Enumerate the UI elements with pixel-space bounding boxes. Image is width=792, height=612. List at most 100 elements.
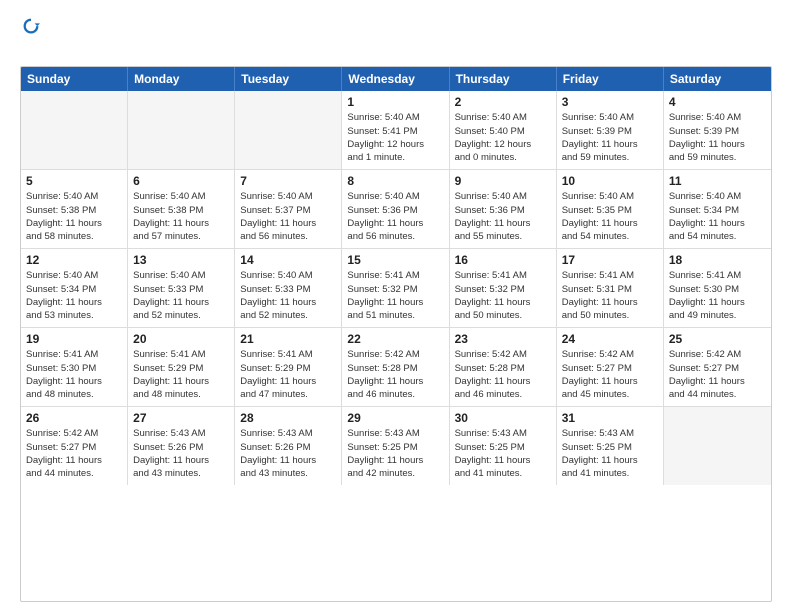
day-number: 25 xyxy=(669,332,766,346)
day-number: 14 xyxy=(240,253,336,267)
day-number: 9 xyxy=(455,174,551,188)
calendar-day-cell: 12 Sunrise: 5:40 AM Sunset: 5:34 PM Dayli… xyxy=(21,249,128,327)
calendar: SundayMondayTuesdayWednesdayThursdayFrid… xyxy=(20,66,772,602)
calendar-day-cell: 24Sunrise: 5:42 AM Sunset: 5:27 PM Dayli… xyxy=(557,328,664,406)
day-number: 30 xyxy=(455,411,551,425)
day-number: 19 xyxy=(26,332,122,346)
day-number: 6 xyxy=(133,174,229,188)
day-info: Sunrise: 5:40 AM Sunset: 5:36 PM Dayligh… xyxy=(347,190,443,243)
day-info: Sunrise: 5:40 AM Sunset: 5:39 PM Dayligh… xyxy=(669,111,766,164)
day-number: 7 xyxy=(240,174,336,188)
page: SundayMondayTuesdayWednesdayThursdayFrid… xyxy=(0,0,792,612)
calendar-day-cell: 26 Sunrise: 5:42 AM Sunset: 5:27 PM Dayli… xyxy=(21,407,128,485)
day-info: Sunrise: 5:40 AM Sunset: 5:36 PM Dayligh… xyxy=(455,190,551,243)
calendar-day-cell: 10Sunrise: 5:40 AM Sunset: 5:35 PM Dayli… xyxy=(557,170,664,248)
day-number: 29 xyxy=(347,411,443,425)
day-info: Sunrise: 5:41 AM Sunset: 5:30 PM Dayligh… xyxy=(669,269,766,322)
calendar-day-cell: 29 Sunrise: 5:43 AM Sunset: 5:25 PM Dayli… xyxy=(342,407,449,485)
calendar-day-cell: 5 Sunrise: 5:40 AM Sunset: 5:38 PM Daylig… xyxy=(21,170,128,248)
day-number: 13 xyxy=(133,253,229,267)
weekday-header: Saturday xyxy=(664,67,771,91)
day-info: Sunrise: 5:41 AM Sunset: 5:31 PM Dayligh… xyxy=(562,269,658,322)
day-info: Sunrise: 5:43 AM Sunset: 5:26 PM Dayligh… xyxy=(133,427,229,480)
calendar-day-cell: 15 Sunrise: 5:41 AM Sunset: 5:32 PM Dayli… xyxy=(342,249,449,327)
calendar-body: 1 Sunrise: 5:40 AM Sunset: 5:41 PM Daylig… xyxy=(21,91,771,485)
weekday-header: Sunday xyxy=(21,67,128,91)
calendar-day-cell: 18 Sunrise: 5:41 AM Sunset: 5:30 PM Dayli… xyxy=(664,249,771,327)
day-number: 1 xyxy=(347,95,443,109)
day-number: 10 xyxy=(562,174,658,188)
header xyxy=(20,18,772,56)
calendar-day-cell: 9 Sunrise: 5:40 AM Sunset: 5:36 PM Daylig… xyxy=(450,170,557,248)
day-number: 11 xyxy=(669,174,766,188)
calendar-day-cell: 20 Sunrise: 5:41 AM Sunset: 5:29 PM Dayli… xyxy=(128,328,235,406)
day-info: Sunrise: 5:41 AM Sunset: 5:30 PM Dayligh… xyxy=(26,348,122,401)
day-number: 2 xyxy=(455,95,551,109)
logo xyxy=(20,18,40,56)
day-number: 20 xyxy=(133,332,229,346)
calendar-day-cell: 27 Sunrise: 5:43 AM Sunset: 5:26 PM Dayli… xyxy=(128,407,235,485)
day-info: Sunrise: 5:42 AM Sunset: 5:27 PM Dayligh… xyxy=(669,348,766,401)
calendar-day-cell: 13Sunrise: 5:40 AM Sunset: 5:33 PM Dayli… xyxy=(128,249,235,327)
calendar-day-cell: 22 Sunrise: 5:42 AM Sunset: 5:28 PM Dayli… xyxy=(342,328,449,406)
day-number: 5 xyxy=(26,174,122,188)
day-info: Sunrise: 5:41 AM Sunset: 5:32 PM Dayligh… xyxy=(347,269,443,322)
day-number: 27 xyxy=(133,411,229,425)
calendar-week-row: 26 Sunrise: 5:42 AM Sunset: 5:27 PM Dayli… xyxy=(21,407,771,485)
day-number: 31 xyxy=(562,411,658,425)
day-info: Sunrise: 5:42 AM Sunset: 5:27 PM Dayligh… xyxy=(26,427,122,480)
day-number: 22 xyxy=(347,332,443,346)
day-number: 23 xyxy=(455,332,551,346)
day-info: Sunrise: 5:40 AM Sunset: 5:39 PM Dayligh… xyxy=(562,111,658,164)
day-info: Sunrise: 5:42 AM Sunset: 5:28 PM Dayligh… xyxy=(347,348,443,401)
day-info: Sunrise: 5:41 AM Sunset: 5:29 PM Dayligh… xyxy=(240,348,336,401)
calendar-day-cell: 11 Sunrise: 5:40 AM Sunset: 5:34 PM Dayli… xyxy=(664,170,771,248)
day-number: 12 xyxy=(26,253,122,267)
day-number: 18 xyxy=(669,253,766,267)
calendar-day-cell: 21 Sunrise: 5:41 AM Sunset: 5:29 PM Dayli… xyxy=(235,328,342,406)
day-number: 28 xyxy=(240,411,336,425)
calendar-week-row: 19 Sunrise: 5:41 AM Sunset: 5:30 PM Dayli… xyxy=(21,328,771,407)
day-number: 4 xyxy=(669,95,766,109)
day-info: Sunrise: 5:43 AM Sunset: 5:25 PM Dayligh… xyxy=(347,427,443,480)
day-info: Sunrise: 5:40 AM Sunset: 5:34 PM Dayligh… xyxy=(669,190,766,243)
calendar-day-cell: 23Sunrise: 5:42 AM Sunset: 5:28 PM Dayli… xyxy=(450,328,557,406)
day-number: 21 xyxy=(240,332,336,346)
day-info: Sunrise: 5:43 AM Sunset: 5:25 PM Dayligh… xyxy=(455,427,551,480)
day-info: Sunrise: 5:40 AM Sunset: 5:41 PM Dayligh… xyxy=(347,111,443,164)
weekday-header: Monday xyxy=(128,67,235,91)
day-info: Sunrise: 5:41 AM Sunset: 5:29 PM Dayligh… xyxy=(133,348,229,401)
calendar-header: SundayMondayTuesdayWednesdayThursdayFrid… xyxy=(21,67,771,91)
day-number: 16 xyxy=(455,253,551,267)
day-info: Sunrise: 5:43 AM Sunset: 5:25 PM Dayligh… xyxy=(562,427,658,480)
calendar-day-cell: 6 Sunrise: 5:40 AM Sunset: 5:38 PM Daylig… xyxy=(128,170,235,248)
calendar-day-cell: 16 Sunrise: 5:41 AM Sunset: 5:32 PM Dayli… xyxy=(450,249,557,327)
weekday-header: Friday xyxy=(557,67,664,91)
calendar-day-cell: 8 Sunrise: 5:40 AM Sunset: 5:36 PM Daylig… xyxy=(342,170,449,248)
day-number: 8 xyxy=(347,174,443,188)
day-info: Sunrise: 5:40 AM Sunset: 5:40 PM Dayligh… xyxy=(455,111,551,164)
day-info: Sunrise: 5:41 AM Sunset: 5:32 PM Dayligh… xyxy=(455,269,551,322)
weekday-header: Tuesday xyxy=(235,67,342,91)
day-info: Sunrise: 5:40 AM Sunset: 5:33 PM Dayligh… xyxy=(240,269,336,322)
calendar-week-row: 5 Sunrise: 5:40 AM Sunset: 5:38 PM Daylig… xyxy=(21,170,771,249)
calendar-week-row: 1 Sunrise: 5:40 AM Sunset: 5:41 PM Daylig… xyxy=(21,91,771,170)
calendar-day-cell: 2 Sunrise: 5:40 AM Sunset: 5:40 PM Daylig… xyxy=(450,91,557,169)
day-number: 26 xyxy=(26,411,122,425)
calendar-day-cell: 31 Sunrise: 5:43 AM Sunset: 5:25 PM Dayli… xyxy=(557,407,664,485)
day-number: 24 xyxy=(562,332,658,346)
day-info: Sunrise: 5:40 AM Sunset: 5:37 PM Dayligh… xyxy=(240,190,336,243)
calendar-day-cell: 28Sunrise: 5:43 AM Sunset: 5:26 PM Dayli… xyxy=(235,407,342,485)
day-info: Sunrise: 5:40 AM Sunset: 5:38 PM Dayligh… xyxy=(26,190,122,243)
calendar-week-row: 12 Sunrise: 5:40 AM Sunset: 5:34 PM Dayli… xyxy=(21,249,771,328)
calendar-day-cell: 7 Sunrise: 5:40 AM Sunset: 5:37 PM Daylig… xyxy=(235,170,342,248)
day-info: Sunrise: 5:40 AM Sunset: 5:38 PM Dayligh… xyxy=(133,190,229,243)
weekday-header: Wednesday xyxy=(342,67,449,91)
calendar-day-cell: 3Sunrise: 5:40 AM Sunset: 5:39 PM Daylig… xyxy=(557,91,664,169)
weekday-header: Thursday xyxy=(450,67,557,91)
calendar-day-cell: 30 Sunrise: 5:43 AM Sunset: 5:25 PM Dayli… xyxy=(450,407,557,485)
day-number: 15 xyxy=(347,253,443,267)
day-info: Sunrise: 5:40 AM Sunset: 5:34 PM Dayligh… xyxy=(26,269,122,322)
calendar-day-cell xyxy=(235,91,342,169)
calendar-day-cell xyxy=(128,91,235,169)
